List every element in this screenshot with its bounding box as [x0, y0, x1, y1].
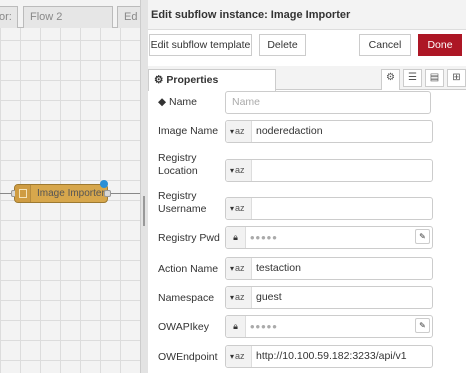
name-input[interactable]: Name	[225, 91, 431, 114]
type-selector[interactable]: ▾az	[226, 287, 252, 308]
string-type-icon: az	[235, 203, 245, 213]
image-name-value: noderedaction	[256, 125, 323, 137]
edit-tray: Edit subflow instance: Image Importer Ed…	[148, 0, 466, 373]
action-name-label: Action Name	[158, 263, 219, 275]
gear-icon[interactable]: ⚙	[381, 69, 400, 90]
workspace-tab-flow-1[interactable]: or:	[0, 6, 18, 28]
layout-icon[interactable]: ⊞	[447, 69, 466, 87]
lock-icon: 🔒︎	[226, 316, 246, 337]
namespace-value: guest	[256, 291, 282, 303]
registry-location-input[interactable]: ▾az	[225, 159, 433, 182]
action-name-value: testaction	[256, 262, 301, 274]
list-icon[interactable]: ☰	[403, 69, 422, 87]
workspace-tabbar: or: Flow 2 Ed	[0, 0, 140, 28]
image-name-input[interactable]: ▾az noderedaction	[225, 120, 433, 143]
gear-icon: ⚙	[154, 74, 164, 86]
pencil-icon[interactable]: ✎	[415, 229, 430, 244]
node-output-port[interactable]	[104, 190, 111, 197]
type-selector[interactable]: ▾az	[226, 198, 252, 219]
flow-node-image-importer[interactable]: Image Importer	[11, 180, 111, 203]
string-type-icon: az	[235, 165, 245, 175]
workspace-tab-flow-3[interactable]: Ed	[117, 6, 140, 28]
tray-title: Edit subflow instance: Image Importer	[148, 0, 466, 30]
delete-button[interactable]: Delete	[259, 34, 306, 56]
registry-pwd-input[interactable]: 🔒︎ ••••• ✎	[225, 226, 433, 249]
registry-pwd-label: Registry Pwd	[158, 232, 220, 244]
owendpoint-label: OWEndpoint	[158, 351, 218, 363]
tab-properties-label: Properties	[166, 74, 219, 86]
pencil-icon[interactable]: ✎	[415, 318, 430, 333]
tray-tabs: ⚙ Properties ⚙ ☰ ▤ ⊞	[148, 66, 466, 91]
tray-resize-handle[interactable]	[140, 0, 148, 373]
owapikey-value: •••••	[250, 319, 278, 334]
subflow-icon	[15, 185, 31, 202]
string-type-icon: az	[235, 351, 245, 361]
type-selector[interactable]: ▾az	[226, 121, 252, 142]
name-label: ◆ Name	[158, 96, 198, 108]
registry-username-label: Registry Username	[158, 190, 207, 215]
namespace-label: Namespace	[158, 292, 215, 304]
document-icon[interactable]: ▤	[425, 69, 444, 87]
owendpoint-input[interactable]: ▾az http://10.100.59.182:3233/api/v1	[225, 345, 433, 368]
wire-out	[108, 193, 140, 194]
owendpoint-value: http://10.100.59.182:3233/api/v1	[256, 350, 407, 362]
done-button[interactable]: Done	[418, 34, 462, 56]
string-type-icon: az	[235, 292, 245, 302]
string-type-icon: az	[235, 126, 245, 136]
node-label: Image Importer	[37, 188, 105, 199]
edit-subflow-template-button[interactable]: Edit subflow template	[149, 34, 252, 56]
action-name-input[interactable]: ▾az testaction	[225, 257, 433, 280]
tab-properties[interactable]: ⚙ Properties	[148, 69, 276, 91]
type-selector[interactable]: ▾az	[226, 346, 252, 367]
image-name-label: Image Name	[158, 125, 219, 137]
registry-pwd-value: •••••	[250, 230, 278, 245]
registry-username-input[interactable]: ▾az	[225, 197, 433, 220]
flow-workspace[interactable]: or: Flow 2 Ed Image Importer	[0, 0, 140, 373]
workspace-tab-flow-2[interactable]: Flow 2	[23, 6, 113, 28]
type-selector[interactable]: ▾az	[226, 160, 252, 181]
name-placeholder: Name	[232, 96, 261, 108]
owapikey-label: OWAPIkey	[158, 321, 209, 333]
string-type-icon: az	[235, 263, 245, 273]
lock-icon: 🔒︎	[226, 227, 246, 248]
owapikey-input[interactable]: 🔒︎ ••••• ✎	[225, 315, 433, 338]
tray-toolbar: Edit subflow template Delete Cancel Done	[148, 30, 466, 62]
registry-location-label: Registry Location	[158, 152, 198, 177]
namespace-input[interactable]: ▾az guest	[225, 286, 433, 309]
tag-icon: ◆	[158, 96, 167, 108]
type-selector[interactable]: ▾az	[226, 258, 252, 279]
node-changed-badge	[100, 180, 108, 188]
cancel-button[interactable]: Cancel	[359, 34, 411, 56]
